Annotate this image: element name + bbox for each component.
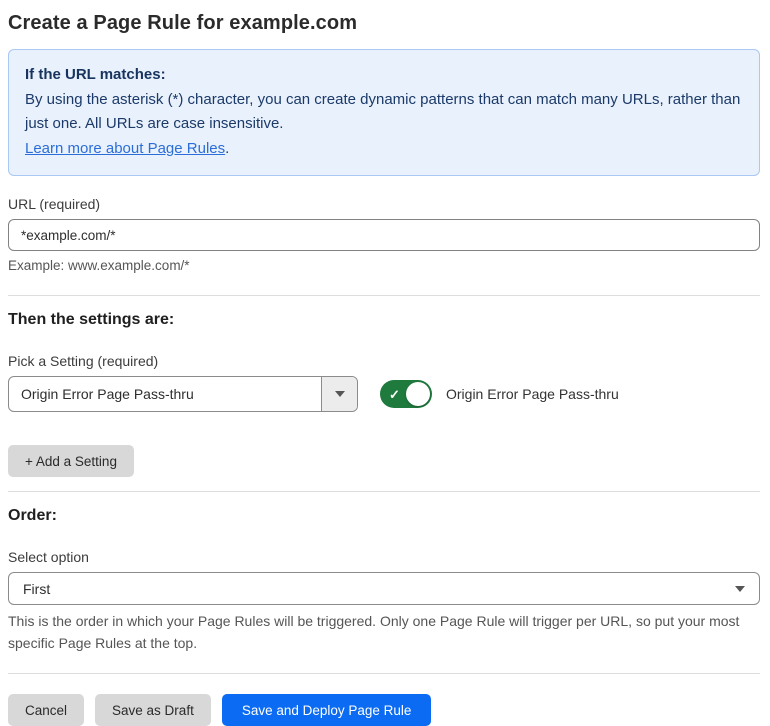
cancel-button[interactable]: Cancel: [8, 694, 85, 726]
info-box-link-line: Learn more about Page Rules.: [25, 137, 743, 161]
order-section-heading: Order:: [8, 507, 57, 524]
save-and-deploy-button[interactable]: Save and Deploy Page Rule: [221, 694, 432, 726]
toggle-knob: [406, 382, 430, 406]
toggle-label: Origin Error Page Pass-thru: [446, 386, 619, 402]
url-example-helper: Example: www.example.com/*: [8, 258, 190, 273]
chevron-down-icon: [735, 585, 745, 592]
create-page-rule-panel: Create a Page Rule for example.com If th…: [0, 0, 770, 726]
check-icon: ✓: [389, 386, 400, 402]
learn-more-link[interactable]: Learn more about Page Rules: [25, 140, 225, 157]
divider: [8, 673, 760, 675]
setting-dropdown-value: Origin Error Page Pass-thru: [21, 386, 194, 402]
select-option-label: Select option: [8, 549, 89, 565]
setting-row: Origin Error Page Pass-thru ✓ Origin Err…: [8, 376, 760, 412]
url-field-label: URL (required): [8, 196, 101, 212]
pick-setting-label: Pick a Setting (required): [8, 353, 159, 369]
url-match-info-box: If the URL matches: By using the asteris…: [8, 49, 760, 176]
setting-toggle-group: ✓ Origin Error Page Pass-thru: [380, 380, 619, 408]
save-as-draft-button[interactable]: Save as Draft: [95, 694, 211, 726]
chevron-down-icon: [334, 391, 345, 397]
order-select[interactable]: First: [8, 572, 760, 605]
url-input[interactable]: [8, 219, 760, 251]
info-box-heading: If the URL matches:: [25, 66, 166, 83]
info-box-body: By using the asterisk (*) character, you…: [25, 91, 741, 132]
origin-error-toggle[interactable]: ✓: [380, 380, 432, 408]
divider: [8, 295, 760, 296]
page-title: Create a Page Rule for example.com: [8, 12, 358, 34]
footer-actions: Cancel Save as Draft Save and Deploy Pag…: [8, 694, 760, 726]
setting-dropdown[interactable]: Origin Error Page Pass-thru: [8, 376, 358, 412]
setting-dropdown-arrow-button[interactable]: [321, 377, 357, 411]
divider: [8, 491, 760, 492]
order-helper-text: This is the order in which your Page Rul…: [8, 613, 740, 651]
settings-section-heading: Then the settings are:: [8, 311, 175, 328]
link-suffix-period: .: [225, 140, 230, 157]
order-select-value: First: [23, 580, 51, 597]
add-setting-button[interactable]: + Add a Setting: [8, 445, 134, 477]
